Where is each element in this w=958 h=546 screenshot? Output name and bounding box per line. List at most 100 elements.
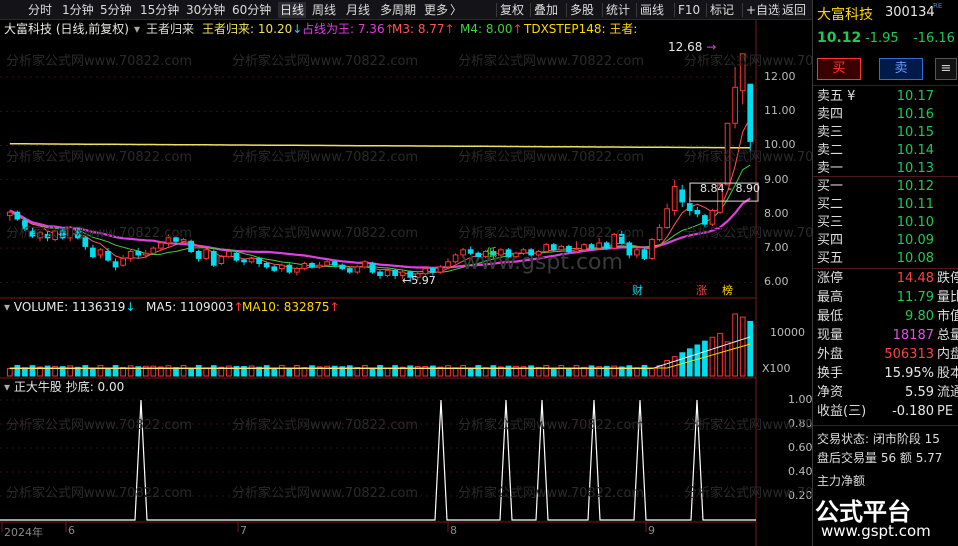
period-tab-10[interactable]: 更多 — [424, 2, 448, 18]
stat-row-6[interactable]: 净资 5.59流通 — [817, 384, 958, 402]
period-tab-11[interactable]: 〉 — [450, 2, 462, 18]
stat-extra-1: 量比 — [937, 290, 958, 305]
volume-bar — [346, 365, 353, 377]
volume-bar — [263, 365, 270, 377]
volume-bar — [105, 367, 111, 377]
candle-body — [82, 237, 89, 247]
chart-area[interactable]: 大富科技 (日线,前复权) ▾ 王者归来 王者归来: 10.20↓ 占线为王: … — [0, 20, 870, 546]
candle-body — [581, 244, 587, 251]
period-tab-0[interactable]: 分时 — [28, 2, 52, 18]
candle-body — [739, 53, 746, 92]
candle-body — [460, 249, 466, 256]
toolbar-button-3[interactable]: 统计 — [606, 2, 630, 18]
collapse-icon[interactable]: ▾ — [134, 22, 140, 36]
candle-body — [656, 227, 663, 241]
candle-body — [634, 249, 640, 256]
buy-row-1[interactable]: 买一 10.12 — [817, 178, 957, 196]
volume-bar — [702, 340, 708, 377]
sell-row-5[interactable]: 卖五 ¥ 10.17 — [817, 88, 957, 106]
period-tab-4[interactable]: 30分钟 — [186, 2, 225, 18]
period-tab-1[interactable]: 1分钟 — [62, 2, 94, 18]
buy-row-3[interactable]: 买三 10.10 — [817, 214, 957, 232]
toolbar-button-7[interactable]: +自选 — [746, 2, 780, 18]
stat-row-0[interactable]: 涨停 14.48跌停 — [817, 270, 958, 288]
date-axis-label: 2024年 — [4, 526, 43, 539]
sell-row-4[interactable]: 卖四 10.16 — [817, 106, 957, 124]
stat-row-3[interactable]: 现量 18187总量 — [817, 327, 958, 345]
toolbar-button-0[interactable]: 复权 — [500, 2, 524, 18]
toolbar-button-2[interactable]: 多股 — [570, 2, 594, 18]
candle-body — [671, 186, 678, 211]
candle-body — [596, 242, 602, 249]
sell-button[interactable]: 卖 — [879, 58, 923, 80]
stat-row-6-label: 净资 — [817, 385, 844, 400]
toolbar-button-5[interactable]: F10 — [678, 2, 700, 18]
zx-value: 占线为王: 7.36↑ — [302, 22, 395, 36]
stock-code: 300134 — [885, 5, 935, 20]
candle-body — [702, 215, 708, 225]
stat-extra-6: 流通 — [937, 385, 958, 400]
stat-row-2[interactable]: 最低 9.80市值 — [817, 308, 958, 326]
toolbar-button-8[interactable]: 返回 — [782, 2, 806, 18]
price-axis-label: 6.00 — [764, 275, 789, 289]
candle-body — [724, 122, 731, 186]
stat-extra-7: PE — [937, 404, 954, 419]
candle-body — [180, 239, 187, 242]
indicator-name[interactable]: 王者归来 — [146, 22, 194, 36]
buy-row-5-price: 10.08 — [896, 251, 934, 266]
toolbar-button-6[interactable]: 标记 — [710, 2, 734, 18]
candle-body — [286, 264, 293, 273]
period-tab-7[interactable]: 周线 — [312, 2, 336, 18]
candle-body — [369, 263, 376, 273]
quote-panel: 大富科技 300134 RE 10.12 -1.95 -16.16 买 卖 ≡ … — [812, 0, 958, 546]
price-axis-label: 7.00 — [764, 241, 789, 255]
stat-row-1[interactable]: 最高 11.79量比 — [817, 289, 958, 307]
period-tab-9[interactable]: 多周期 — [380, 2, 416, 18]
price-axis-label: 10.00 — [764, 138, 796, 152]
volume-ma10: MA10: 832875↑ — [242, 300, 340, 314]
more-menu-icon[interactable]: ≡ — [935, 58, 957, 80]
period-tab-6[interactable]: 日线 — [278, 2, 307, 18]
buy-button[interactable]: 买 — [817, 58, 861, 80]
buy-row-1-label: 买一 — [817, 179, 844, 194]
price-axis-label: 11.00 — [764, 104, 796, 118]
volume-bar — [6, 368, 13, 377]
buy-row-5[interactable]: 买五 10.08 — [817, 250, 957, 268]
candle-body — [392, 269, 398, 276]
candle-body — [241, 259, 247, 263]
candle-body — [127, 251, 134, 259]
stat-row-7[interactable]: 收益(三) -0.180 PE — [817, 403, 957, 421]
candle-body — [278, 264, 285, 270]
stat-row-5[interactable]: 换手 15.95%股本 — [817, 365, 958, 383]
sell-row-2[interactable]: 卖二 10.14 — [817, 142, 957, 160]
volume-ma5-line — [9, 336, 751, 370]
candle-body — [256, 257, 262, 265]
after-hours: 盘后交易量 56 额 5.77 — [817, 451, 943, 465]
candle-body — [210, 251, 217, 266]
candle-body — [422, 268, 429, 275]
stat-row-4-price: 506313 — [884, 347, 934, 362]
toolbar-button-4[interactable]: 画线 — [640, 2, 664, 18]
rank-tag[interactable]: 榜 — [722, 284, 733, 298]
period-tab-3[interactable]: 15分钟 — [140, 2, 179, 18]
limit-up-tag[interactable]: 涨 — [696, 284, 707, 298]
volume-bar — [188, 367, 194, 377]
period-tab-2[interactable]: 5分钟 — [100, 2, 132, 18]
buy-row-2[interactable]: 买二 10.11 — [817, 196, 957, 214]
volume-bar — [29, 365, 36, 377]
volume-bar — [210, 365, 217, 377]
candle-body — [14, 211, 21, 220]
candle-body — [97, 249, 104, 256]
stat-row-4-label: 外盘 — [817, 347, 844, 362]
finance-tag[interactable]: 财 — [632, 284, 643, 298]
stat-row-4[interactable]: 外盘 506313内盘 — [817, 346, 958, 364]
current-price: 10.12 — [817, 30, 862, 46]
buy-row-4[interactable]: 买四 10.09 — [817, 232, 957, 250]
volume-bar — [649, 368, 655, 377]
candle-body — [195, 251, 202, 259]
stat-extra-2: 市值 — [937, 309, 958, 324]
period-tab-8[interactable]: 月线 — [346, 2, 370, 18]
period-tab-5[interactable]: 60分钟 — [232, 2, 271, 18]
toolbar-button-1[interactable]: 叠加 — [534, 2, 558, 18]
sell-row-3[interactable]: 卖三 10.15 — [817, 124, 957, 142]
